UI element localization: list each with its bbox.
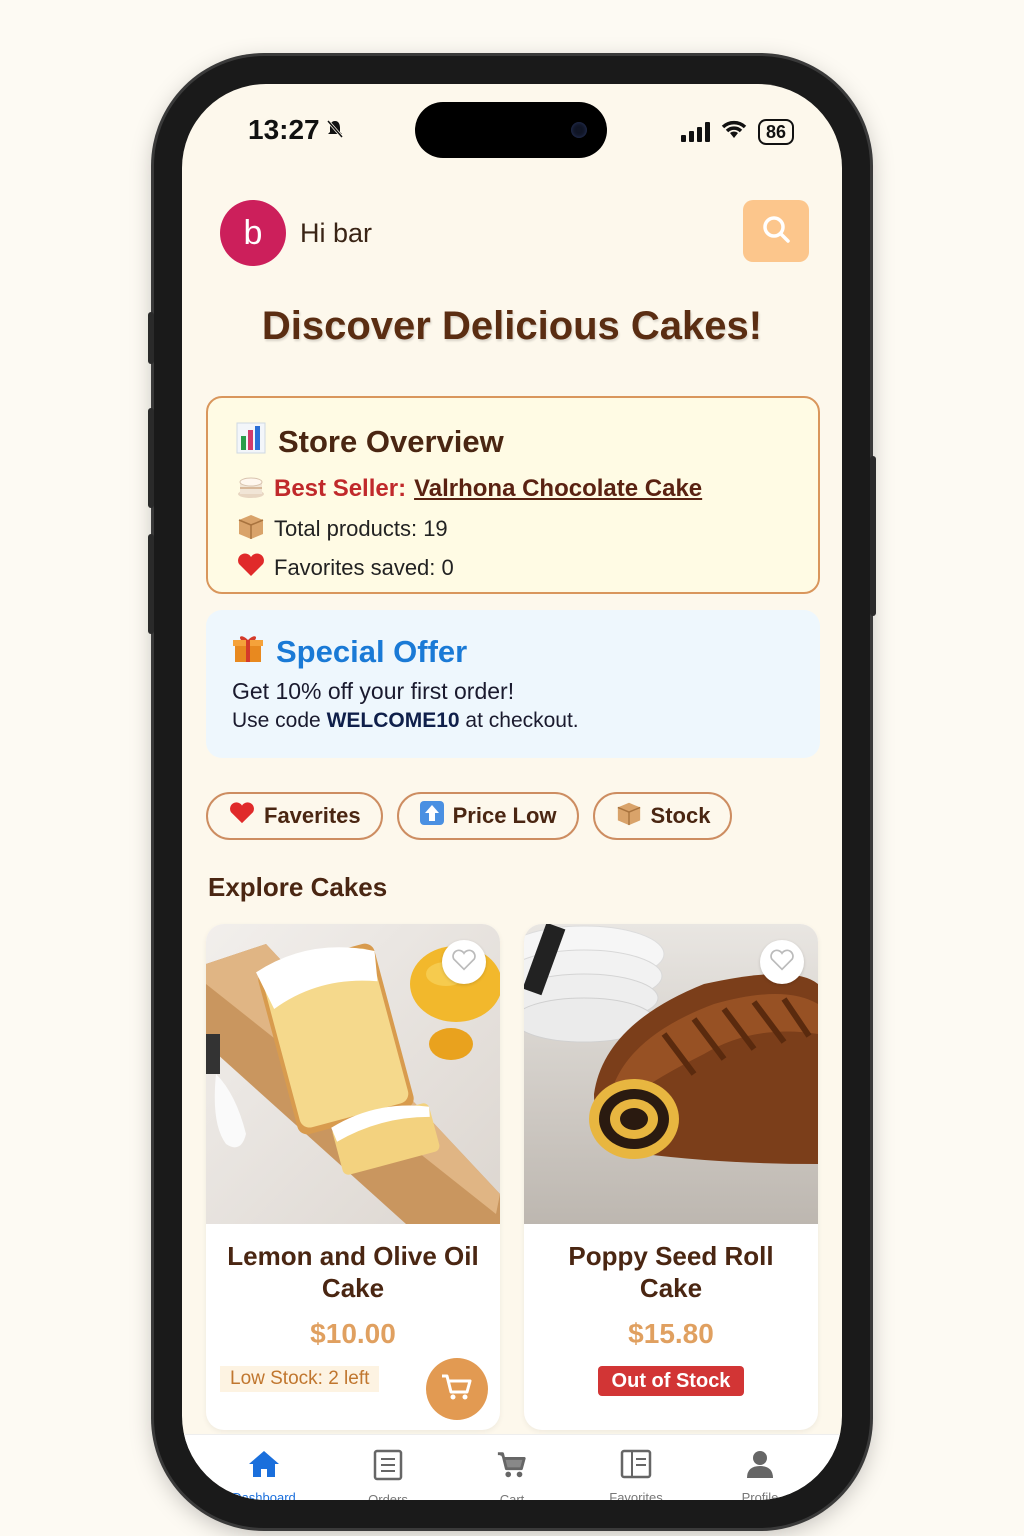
box-icon (615, 800, 643, 832)
arrow-up-icon (419, 800, 445, 832)
offer-line-2-prefix: Use code (232, 709, 327, 732)
status-time: 13:27 (248, 114, 344, 146)
product-image[interactable] (524, 924, 818, 1224)
filter-stock[interactable]: Stock (592, 792, 733, 840)
favorites-icon (620, 1449, 652, 1484)
tab-profile[interactable]: Profile (710, 1435, 810, 1500)
search-icon (761, 214, 791, 249)
tab-profile-label: Profile (741, 1490, 779, 1500)
tab-favorites[interactable]: Favorites (586, 1435, 686, 1500)
tab-favorites-label: Favorites (609, 1490, 663, 1500)
offer-line-1: Get 10% off your first order! (232, 678, 515, 704)
page-title: Discover Delicious Cakes! (261, 304, 763, 348)
product-image[interactable] (206, 924, 500, 1224)
cart-icon (440, 1372, 474, 1407)
app-screen: 13:27 86 b Hi bar Discover Delicious Cak… (182, 84, 842, 1500)
offer-line-2-suffix: at checkout. (459, 709, 579, 732)
volume-down-button (148, 534, 154, 634)
add-to-cart-button[interactable] (426, 1358, 488, 1420)
greeting: Hi bar (300, 217, 373, 248)
favorite-button[interactable] (760, 940, 804, 984)
tab-cart[interactable]: Cart (462, 1435, 562, 1500)
tab-cart-label: Cart (499, 1492, 525, 1500)
filter-price-low-label: Price Low (452, 803, 557, 828)
cart-icon (496, 1449, 528, 1486)
profile-icon (745, 1449, 775, 1484)
heart-outline-icon (451, 948, 477, 976)
bell-muted-icon (327, 120, 344, 144)
filter-chips: Faverites Price Low Stock (206, 792, 733, 840)
product-card[interactable]: Lemon and Olive Oil Cake $10.00 Low Stoc… (206, 924, 500, 1430)
battery-level: 86 (765, 121, 786, 142)
section-title: Explore Cakes (208, 872, 388, 902)
tab-orders[interactable]: Orders (338, 1435, 438, 1500)
home-icon (247, 1449, 281, 1484)
bar-chart-icon (236, 422, 266, 462)
product-card[interactable]: Poppy Seed Roll Cake $15.80 Out of Stock (524, 924, 818, 1430)
tab-dashboard[interactable]: Dashboard (214, 1435, 314, 1500)
gift-icon (232, 632, 264, 672)
product-name: Poppy Seed Roll Cake (568, 1241, 774, 1303)
product-price: $15.80 (628, 1318, 714, 1349)
heart-icon (236, 552, 266, 584)
cake-icon (236, 472, 266, 506)
product-price: $10.00 (310, 1318, 396, 1349)
search-button[interactable] (743, 200, 809, 262)
offer-title: Special Offer (276, 634, 468, 669)
heart-icon (228, 801, 256, 831)
out-of-stock-badge: Out of Stock (598, 1366, 744, 1396)
favorite-button[interactable] (442, 940, 486, 984)
orders-icon (373, 1449, 403, 1486)
offer-line-2: Use code WELCOME10 at checkout. (232, 709, 794, 733)
status-icons: 86 (680, 118, 794, 145)
box-icon (236, 512, 266, 546)
favorites-saved: Favorites saved: 0 (274, 555, 454, 580)
volume-up-button (148, 408, 154, 508)
avatar[interactable]: b (220, 200, 286, 266)
battery-icon: 86 (757, 118, 794, 145)
heart-outline-icon (769, 948, 795, 976)
signal-icon (680, 121, 710, 142)
power-button (870, 456, 876, 616)
user-header: b Hi bar (220, 200, 372, 266)
overview-title: Store Overview (278, 424, 504, 459)
avatar-letter: b (243, 213, 263, 252)
filter-favorites[interactable]: Faverites (206, 792, 383, 840)
product-name: Lemon and Olive Oil Cake (227, 1241, 479, 1303)
tab-orders-label: Orders (368, 1492, 408, 1500)
filter-favorites-label: Faverites (264, 803, 361, 828)
mute-switch (148, 312, 154, 364)
best-seller-label: Best Seller: (274, 475, 407, 502)
store-overview-card: Store Overview Best Seller: Valrhona Cho… (206, 396, 820, 594)
status-time-text: 13:27 (248, 114, 320, 145)
filter-price-low[interactable]: Price Low (396, 792, 579, 840)
filter-stock-label: Stock (650, 803, 711, 828)
best-seller-link[interactable]: Valrhona Chocolate Cake (414, 475, 702, 503)
wifi-icon (720, 118, 748, 145)
special-offer-banner[interactable]: Special Offer Get 10% off your first ord… (206, 610, 820, 758)
camera-icon (571, 122, 587, 138)
promo-code: WELCOME10 (326, 709, 460, 732)
tab-dashboard-label: Dashboard (232, 1490, 296, 1500)
total-products: Total products: 19 (274, 516, 448, 541)
stock-badge: Low Stock: 2 left (220, 1366, 380, 1392)
bottom-tab-bar: Dashboard Orders Cart Favorites Profile (182, 1434, 842, 1500)
dynamic-island (415, 102, 607, 158)
